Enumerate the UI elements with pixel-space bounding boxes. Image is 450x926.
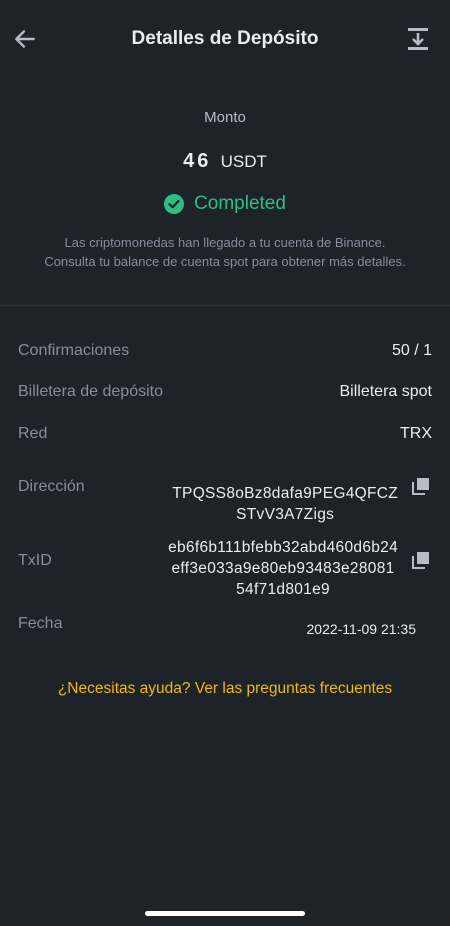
address-value[interactable]: TPQSS8oBz8dafa9PEG4QFCZ STvV3A7Zigs	[172, 483, 398, 525]
confirmations-label: Confirmaciones	[18, 342, 130, 359]
address-line-1: TPQSS8oBz8dafa9PEG4QFCZ	[172, 485, 398, 502]
address-label: Dirección	[18, 478, 85, 495]
home-indicator[interactable]	[145, 911, 305, 916]
network-label: Red	[18, 425, 48, 442]
txid-value[interactable]: eb6f6b111bfebb32abd460d6b24 eff3e033a9e8…	[168, 537, 398, 600]
date-value: 2022-11-09 21:35	[306, 621, 417, 637]
page-title: Detalles de Depósito	[131, 28, 319, 49]
note-line-1: Las criptomonedas han llegado a tu cuent…	[64, 235, 386, 250]
txid-line-3: 54f71d801e9	[236, 581, 330, 598]
address-line-2: STvV3A7Zigs	[236, 506, 335, 523]
wallet-value: Billetera spot	[339, 383, 433, 400]
note-line-2: Consulta tu balance de cuenta spot para …	[44, 254, 406, 269]
deposit-note: Las criptomonedas han llegado a tu cuent…	[10, 233, 440, 271]
faq-help-link[interactable]: ¿Necesitas ayuda? Ver las preguntas frec…	[0, 680, 450, 698]
wallet-label: Billetera de depósito	[18, 383, 163, 400]
date-label: Fecha	[18, 615, 63, 632]
txid-line-2: eff3e033a9e80eb93483e28081	[171, 560, 395, 577]
txid-line-1: eb6f6b111bfebb32abd460d6b24	[168, 539, 398, 556]
export-button[interactable]	[404, 25, 432, 53]
amount-row: 46 USDT	[0, 150, 450, 173]
status-badge: Completed	[194, 193, 286, 214]
confirmations-value: 50 / 1	[391, 342, 432, 359]
amount-unit: USDT	[220, 152, 267, 171]
divider	[0, 305, 450, 306]
copy-txid-icon[interactable]	[412, 551, 430, 569]
amount-value: 46	[183, 150, 212, 172]
txid-label: TxID	[18, 552, 52, 569]
network-value: TRX	[400, 425, 432, 442]
status-row: Completed	[0, 193, 450, 215]
export-icon	[408, 28, 428, 50]
copy-address-icon[interactable]	[412, 477, 430, 495]
header: Detalles de Depósito	[0, 0, 450, 80]
check-circle-icon	[164, 194, 185, 214]
amount-label: Monto	[204, 109, 246, 126]
